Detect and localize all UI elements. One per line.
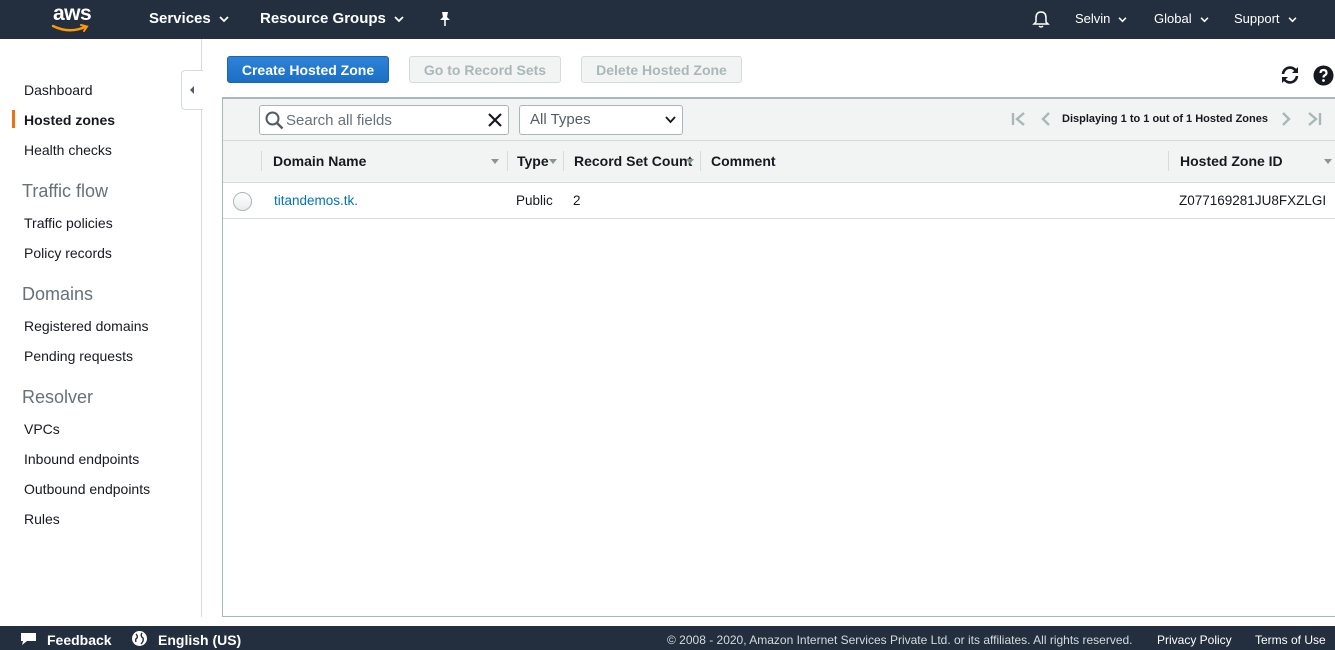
user-menu[interactable]: Selvin [1075, 0, 1127, 39]
chevron-down-icon [1288, 16, 1297, 22]
previous-page-icon[interactable] [1041, 112, 1051, 126]
support-menu[interactable]: Support [1234, 0, 1297, 39]
column-header-hosted-zone-id[interactable]: Hosted Zone ID [1180, 153, 1283, 169]
column-separator [700, 151, 701, 171]
feedback-link[interactable]: Feedback [47, 632, 112, 648]
chevron-down-icon [394, 15, 404, 22]
active-indicator [12, 110, 15, 128]
column-header-type[interactable]: Type [517, 153, 549, 169]
footer: Feedback English (US) © 2008 - 2020, Ama… [0, 626, 1335, 650]
region-menu[interactable]: Global [1154, 0, 1209, 39]
resource-groups-label: Resource Groups [260, 10, 386, 27]
sidebar-item-registered-domains[interactable]: Registered domains [24, 318, 149, 334]
pin-icon[interactable] [438, 11, 452, 27]
search-input[interactable] [286, 109, 476, 131]
sidebar-item-inbound-endpoints[interactable]: Inbound endpoints [24, 451, 139, 467]
terms-of-use-link[interactable]: Terms of Use [1255, 633, 1326, 647]
feedback-icon [21, 633, 36, 645]
column-header-comment[interactable]: Comment [711, 153, 776, 169]
sidebar-item-pending-requests[interactable]: Pending requests [24, 348, 133, 364]
privacy-policy-link[interactable]: Privacy Policy [1157, 633, 1232, 647]
column-separator [1168, 151, 1169, 171]
sidebar-item-dashboard[interactable]: Dashboard [24, 82, 93, 98]
sidebar-item-rules[interactable]: Rules [24, 511, 60, 527]
row-select-radio[interactable] [233, 192, 252, 211]
user-label: Selvin [1075, 11, 1111, 26]
type-filter-value: All Types [530, 111, 591, 128]
sort-caret-icon[interactable] [549, 159, 557, 164]
sidebar-item-health-checks[interactable]: Health checks [24, 142, 112, 158]
language-selector[interactable]: English (US) [158, 632, 241, 648]
close-icon[interactable] [487, 112, 503, 128]
hosted-zones-table: All Types Displaying 1 to 1 out of 1 Hos… [222, 97, 1335, 617]
copyright-text: © 2008 - 2020, Amazon Internet Services … [667, 633, 1133, 647]
search-box [259, 105, 509, 135]
chevron-down-icon [1118, 16, 1127, 22]
sidebar-heading-traffic-flow: Traffic flow [22, 181, 109, 201]
sidebar-collapse-button[interactable] [181, 70, 203, 110]
help-icon[interactable] [1313, 65, 1334, 86]
sidebar: Dashboard Hosted zones Health checks Tra… [0, 39, 202, 617]
domain-name-link[interactable]: titandemos.tk. [274, 193, 358, 208]
column-header-record-set-count[interactable]: Record Set Count [574, 153, 692, 169]
resource-groups-menu[interactable]: Resource Groups [260, 0, 404, 39]
caret-left-icon [190, 86, 194, 94]
column-header-domain-name[interactable]: Domain Name [273, 153, 366, 169]
chevron-down-icon [1200, 16, 1209, 22]
column-separator [507, 151, 508, 171]
table-row[interactable]: titandemos.tk. Public 2 Z077169281JU8FXZ… [223, 183, 1335, 219]
create-hosted-zone-button[interactable]: Create Hosted Zone [227, 56, 389, 83]
sidebar-item-hosted-zones[interactable]: Hosted zones [24, 112, 115, 128]
services-label: Services [149, 10, 211, 27]
aws-smile-icon [51, 24, 89, 32]
aws-logo[interactable]: aws [51, 2, 97, 34]
go-to-record-sets-button[interactable]: Go to Record Sets [409, 56, 561, 83]
delete-hosted-zone-button[interactable]: Delete Hosted Zone [581, 56, 742, 83]
first-page-icon[interactable] [1011, 112, 1027, 126]
sidebar-item-traffic-policies[interactable]: Traffic policies [24, 215, 113, 231]
sidebar-item-policy-records[interactable]: Policy records [24, 245, 112, 261]
sidebar-heading-resolver: Resolver [22, 387, 94, 407]
filter-bar: All Types Displaying 1 to 1 out of 1 Hos… [223, 99, 1335, 141]
globe-icon [132, 631, 147, 646]
table-header: Domain Name Type Record Set Count Commen… [223, 141, 1335, 183]
bell-icon[interactable] [1032, 10, 1050, 29]
search-icon [265, 111, 284, 130]
sort-caret-icon[interactable] [686, 159, 694, 164]
column-separator [261, 151, 262, 171]
region-label: Global [1154, 11, 1192, 26]
hosted-zone-id-cell: Z077169281JU8FXZLGI [1179, 193, 1327, 208]
type-cell: Public [516, 193, 553, 208]
sidebar-item-vpcs[interactable]: VPCs [24, 421, 60, 437]
record-set-count-cell: 2 [573, 193, 581, 208]
aws-logo-text: aws [53, 2, 92, 25]
pagination-status: Displaying 1 to 1 out of 1 Hosted Zones [1062, 113, 1268, 125]
sort-caret-icon[interactable] [491, 159, 499, 164]
last-page-icon[interactable] [1306, 112, 1322, 126]
support-label: Support [1234, 11, 1280, 26]
chevron-down-icon [665, 116, 676, 124]
top-navigation-bar: aws Services Resource Groups Selvin Glob… [0, 0, 1335, 39]
sidebar-item-outbound-endpoints[interactable]: Outbound endpoints [24, 481, 150, 497]
column-separator [563, 151, 564, 171]
sidebar-heading-domains: Domains [22, 284, 94, 304]
next-page-icon[interactable] [1281, 112, 1291, 126]
type-filter-select[interactable]: All Types [519, 105, 683, 135]
chevron-down-icon [219, 15, 229, 22]
services-menu[interactable]: Services [149, 0, 229, 39]
refresh-icon[interactable] [1279, 64, 1301, 86]
sort-caret-icon[interactable] [1324, 159, 1332, 164]
